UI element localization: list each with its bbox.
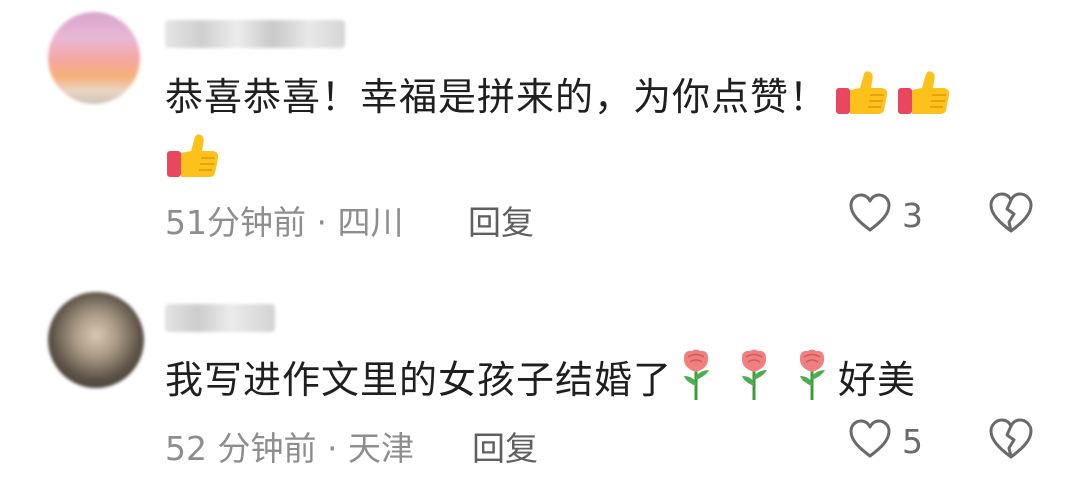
comment-meta: 52 分钟前 · 天津 bbox=[165, 429, 414, 468]
like-button[interactable]: 3 bbox=[848, 192, 923, 238]
comment-item: 恭喜恭喜！幸福是拼来的，为你点赞！ 51分钟前 · 四川 回复 3 bbox=[0, 0, 1080, 260]
comment-text-suffix: 好美 bbox=[838, 358, 917, 402]
reply-button[interactable]: 回复 bbox=[468, 196, 534, 244]
dislike-button[interactable] bbox=[988, 192, 1034, 238]
heart-outline-icon bbox=[848, 193, 892, 237]
avatar[interactable] bbox=[48, 12, 140, 104]
username-blurred[interactable] bbox=[165, 304, 275, 332]
heart-outline-icon bbox=[848, 419, 892, 463]
comment-text: 恭喜恭喜！幸福是拼来的，为你点赞！ bbox=[165, 75, 829, 119]
like-count: 3 bbox=[902, 195, 923, 235]
reply-button[interactable]: 回复 bbox=[472, 422, 538, 470]
thumbs-up-emoji bbox=[165, 131, 221, 194]
username-blurred[interactable] bbox=[165, 20, 345, 48]
comment-text: 我写进作文里的女孩子结婚了 bbox=[165, 358, 673, 402]
rose-emoji bbox=[678, 348, 714, 417]
thumbs-up-emoji bbox=[834, 68, 890, 131]
broken-heart-icon bbox=[988, 418, 1034, 464]
rose-emoji bbox=[736, 348, 772, 417]
like-count: 5 bbox=[902, 421, 923, 461]
thumbs-up-emoji bbox=[896, 68, 952, 131]
comment-meta: 51分钟前 · 四川 bbox=[165, 203, 404, 242]
broken-heart-icon bbox=[988, 192, 1034, 238]
rose-emoji bbox=[794, 348, 830, 417]
comment-text-block: 恭喜恭喜！幸福是拼来的，为你点赞！ bbox=[165, 68, 1025, 194]
dislike-button[interactable] bbox=[988, 418, 1034, 464]
avatar[interactable] bbox=[48, 292, 144, 388]
comment-item: 我写进作文里的女孩子结婚了 好美 52 分钟前 · 天津 回复 5 bbox=[0, 280, 1080, 495]
comment-text-block: 我写进作文里的女孩子结婚了 好美 bbox=[165, 348, 1025, 417]
like-button[interactable]: 5 bbox=[848, 418, 923, 464]
